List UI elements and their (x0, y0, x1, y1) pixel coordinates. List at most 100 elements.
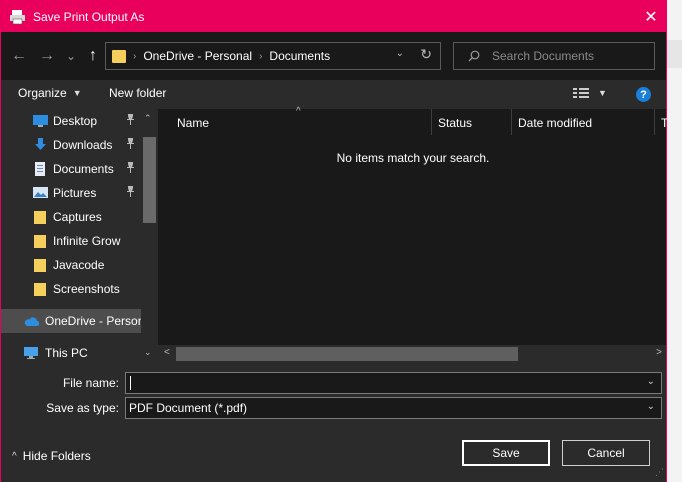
search-input[interactable] (492, 49, 652, 63)
breadcrumb-documents[interactable]: Documents (269, 49, 330, 63)
nav-item-desktop[interactable]: Desktop (1, 109, 141, 133)
nav-item-onedrive[interactable]: OneDrive - Person (1, 309, 145, 333)
file-name-field[interactable]: ⌄ (125, 372, 662, 394)
folder-icon (33, 282, 48, 296)
nav-item-documents[interactable]: Documents (1, 157, 141, 181)
up-button[interactable]: ↑ (85, 46, 101, 66)
help-icon[interactable]: ? (636, 87, 651, 102)
download-icon (33, 138, 48, 152)
address-dropdown-icon[interactable]: ⌄ (396, 48, 404, 59)
pin-icon (126, 162, 135, 176)
nav-item-infinite-grow[interactable]: Infinite Grow (1, 229, 141, 253)
nav-item-label: This PC (45, 346, 88, 360)
column-divider[interactable] (431, 109, 432, 135)
window-title: Save Print Output As (33, 9, 145, 24)
scrollbar-thumb[interactable] (176, 347, 518, 361)
refresh-icon[interactable]: ↻ (420, 46, 432, 63)
view-dropdown-icon[interactable]: ▼ (598, 88, 607, 98)
document-icon (33, 162, 48, 176)
column-divider[interactable] (511, 109, 512, 135)
resize-grip-icon[interactable]: ⋰ (655, 467, 664, 478)
caret-down-icon: ▼ (72, 88, 82, 98)
forward-button[interactable]: → (39, 46, 55, 66)
up-arrow-icon: ↑ (89, 47, 97, 64)
sort-ascending-icon: ^ (296, 106, 301, 117)
forward-arrow-icon: → (39, 47, 55, 64)
save-as-type-select[interactable]: PDF Document (*.pdf) ⌄ (125, 397, 662, 419)
scroll-down-icon[interactable]: ⌄ (144, 347, 152, 358)
file-name-label: File name: (62, 376, 119, 390)
folder-icon (33, 234, 48, 248)
address-bar[interactable]: › OneDrive - Personal › Documents ⌄ ↻ (105, 42, 441, 70)
search-box[interactable] (453, 42, 655, 70)
recent-locations-button[interactable]: ⌄ (65, 46, 77, 66)
nav-item-label: Captures (53, 210, 102, 224)
nav-item-this-pc[interactable]: This PC (1, 341, 141, 363)
nav-item-label: OneDrive - Person (45, 314, 145, 328)
scrollbar-thumb[interactable] (143, 137, 156, 223)
folder-icon (33, 210, 48, 224)
desktop-icon (33, 114, 48, 128)
file-list[interactable]: ^ Name Status Date modified T No items m… (158, 106, 668, 345)
file-name-input[interactable] (130, 376, 630, 390)
save-as-type-label: Save as type: (46, 401, 119, 415)
column-date-modified[interactable]: Date modified (518, 116, 592, 130)
cancel-button[interactable]: Cancel (562, 440, 650, 466)
nav-item-label: Javacode (53, 258, 105, 272)
computer-icon (23, 346, 38, 360)
printer-icon (9, 9, 27, 25)
navigation-bar: ← → ⌄ ↑ › OneDrive - Personal › Document… (1, 32, 666, 80)
close-icon: ✕ (644, 8, 658, 26)
background-window (667, 0, 682, 482)
search-icon (468, 50, 480, 62)
nav-item-label: Downloads (53, 138, 113, 152)
column-type[interactable]: T (661, 116, 668, 130)
breadcrumb-onedrive[interactable]: OneDrive - Personal (143, 49, 252, 63)
view-options-icon[interactable] (573, 87, 589, 100)
save-as-type-value: PDF Document (*.pdf) (129, 401, 248, 415)
chevron-down-icon[interactable]: ⌄ (647, 401, 655, 412)
organize-label: Organize (18, 86, 67, 100)
navigation-pane: Desktop Downloads Documents Pictures Cap… (1, 109, 158, 363)
folder-icon (33, 258, 48, 272)
column-name[interactable]: Name (177, 116, 209, 130)
back-arrow-icon: ← (11, 47, 27, 64)
scroll-right-icon[interactable]: > (656, 347, 662, 358)
nav-item-captures[interactable]: Captures (1, 205, 141, 229)
nav-pane-scrollbar[interactable]: ⌃ ⌄ (141, 109, 158, 363)
background-strip (667, 40, 682, 68)
chevron-up-icon: ^ (12, 450, 17, 462)
nav-item-label: Documents (53, 162, 114, 176)
save-button[interactable]: Save (462, 440, 550, 466)
cloud-icon (23, 314, 40, 328)
pin-icon (126, 138, 135, 152)
new-folder-label: New folder (109, 86, 167, 100)
folder-icon (112, 49, 126, 63)
empty-message: No items match your search. (336, 151, 490, 165)
hide-folders-button[interactable]: ^ Hide Folders (12, 449, 91, 463)
title-bar: Save Print Output As ✕ (1, 1, 666, 32)
scroll-left-icon[interactable]: < (164, 347, 170, 358)
back-button[interactable]: ← (11, 46, 27, 66)
nav-item-javacode[interactable]: Javacode (1, 253, 141, 277)
file-list-horizontal-scrollbar[interactable]: < > (158, 345, 666, 363)
pictures-icon (33, 186, 48, 200)
close-button[interactable]: ✕ (636, 1, 666, 32)
pin-icon (126, 114, 135, 128)
nav-item-downloads[interactable]: Downloads (1, 133, 141, 157)
chevron-down-icon[interactable]: ⌄ (647, 376, 655, 387)
column-divider[interactable] (654, 109, 655, 135)
command-bar: Organize ▼ New folder ▼ ? (1, 80, 666, 109)
new-folder-button[interactable]: New folder (109, 86, 166, 100)
dialog-footer: File name: ⌄ Save as type: PDF Document … (1, 363, 666, 482)
nav-item-label: Screenshots (53, 282, 120, 296)
breadcrumb-separator: › (133, 50, 137, 62)
nav-item-screenshots[interactable]: Screenshots (1, 277, 141, 301)
chevron-down-icon: ⌄ (65, 49, 77, 63)
nav-item-pictures[interactable]: Pictures (1, 181, 141, 205)
column-status[interactable]: Status (438, 116, 472, 130)
save-dialog: Save Print Output As ✕ ← → ⌄ ↑ › OneDriv… (0, 0, 668, 482)
nav-item-label: Pictures (53, 186, 97, 200)
organize-button[interactable]: Organize ▼ (18, 86, 82, 100)
scroll-up-icon[interactable]: ⌃ (144, 113, 152, 124)
